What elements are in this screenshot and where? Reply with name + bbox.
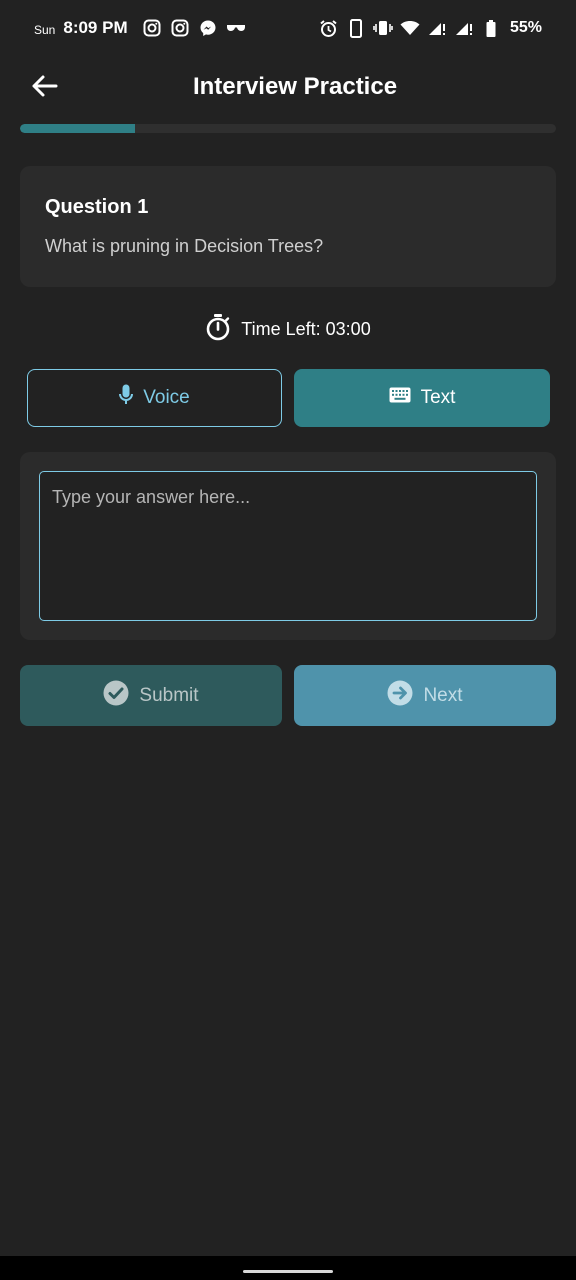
battery-icon xyxy=(481,18,501,38)
status-bar-left: Sun 8:09 PM xyxy=(34,18,246,38)
status-day: Sun xyxy=(34,22,56,37)
keyboard-icon xyxy=(389,387,411,409)
battery-percent: 55% xyxy=(509,19,542,36)
app-bar: Interview Practice xyxy=(0,56,576,120)
stopwatch-icon xyxy=(205,313,231,346)
status-bar: Sun 8:09 PM 55% xyxy=(0,0,576,56)
alarm-icon xyxy=(319,18,339,38)
submit-button[interactable]: Submit xyxy=(20,665,282,726)
navigation-bar xyxy=(0,1256,576,1280)
voice-mode-label: Voice xyxy=(143,387,190,408)
microphone-icon xyxy=(119,384,134,412)
answer-input[interactable] xyxy=(39,471,537,621)
text-mode-label: Text xyxy=(420,387,456,408)
glasses-icon xyxy=(226,18,246,38)
text-mode-button[interactable]: Text xyxy=(294,369,550,427)
signal-icon xyxy=(427,18,447,38)
status-bar-right: 55% xyxy=(319,18,542,38)
next-label: Next xyxy=(423,684,463,706)
progress-bar-fill xyxy=(20,124,135,133)
arrow-right-circle-icon xyxy=(387,680,413,712)
submit-label: Submit xyxy=(139,684,199,706)
answer-card xyxy=(20,452,556,640)
next-button[interactable]: Next xyxy=(294,665,556,726)
question-card: Question 1 What is pruning in Decision T… xyxy=(20,166,556,287)
voice-mode-button[interactable]: Voice xyxy=(27,369,282,427)
progress-bar xyxy=(20,124,556,133)
timer-text: Time Left: 03:00 xyxy=(241,318,371,339)
home-gesture-handle[interactable] xyxy=(243,1270,333,1273)
page-title: Interview Practice xyxy=(192,73,398,100)
signal-icon xyxy=(454,18,474,38)
status-time: 8:09 PM xyxy=(63,18,128,37)
instagram-icon xyxy=(142,18,162,38)
screen: Sun 8:09 PM 55% Interview Practice Quest… xyxy=(0,0,576,1280)
check-circle-icon xyxy=(103,680,129,712)
phone-icon xyxy=(346,18,366,38)
vibrate-icon xyxy=(373,18,393,38)
wifi-icon xyxy=(400,18,420,38)
instagram-icon xyxy=(170,18,190,38)
question-title: Question 1 xyxy=(45,196,149,218)
timer: Time Left: 03:00 xyxy=(0,313,576,345)
question-text: What is pruning in Decision Trees? xyxy=(45,236,324,256)
messenger-icon xyxy=(198,18,218,38)
